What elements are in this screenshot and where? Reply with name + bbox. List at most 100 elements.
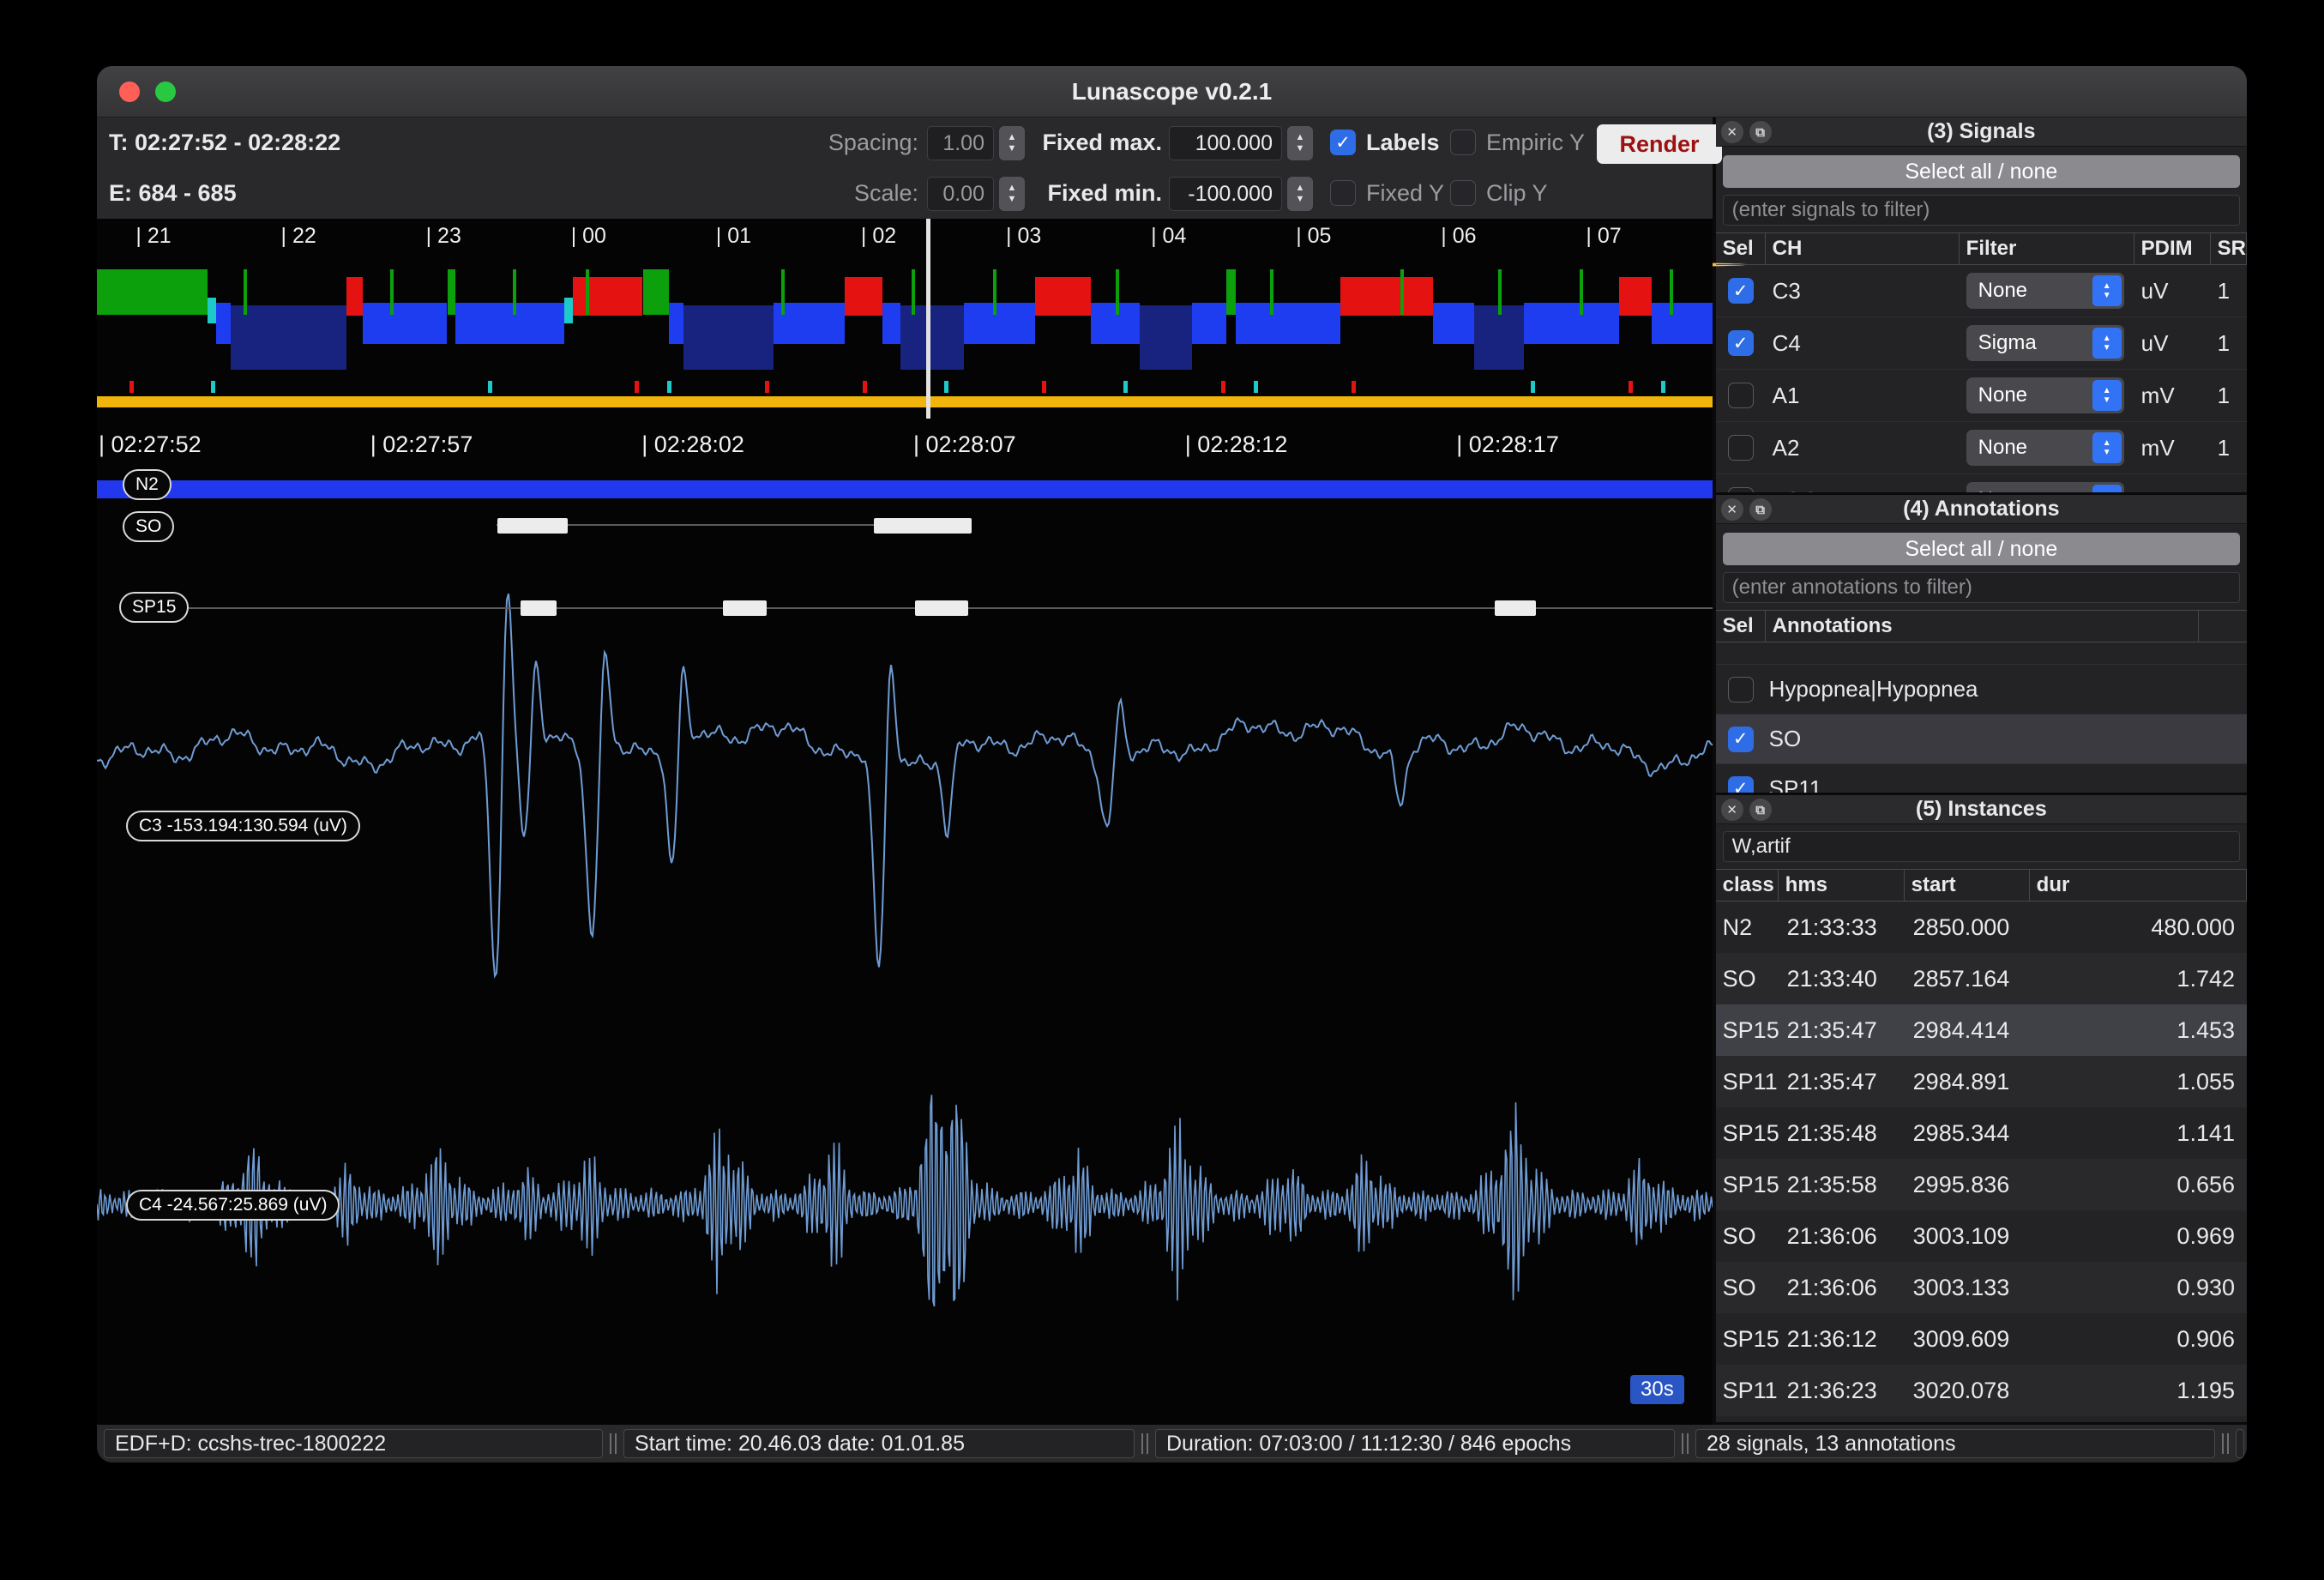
annotation-row[interactable]: ✓SO xyxy=(1716,715,2247,764)
annotations-panel-header: ✕ ⧉ (4) Annotations xyxy=(1716,495,2247,524)
fixed-y-checkbox[interactable] xyxy=(1330,180,1356,206)
annotation-checkbox[interactable] xyxy=(1728,677,1754,703)
check-icon: ✓ xyxy=(1733,335,1749,353)
instance-row[interactable]: SP1521:35:582995.8360.656 xyxy=(1716,1159,2247,1210)
epoch-cursor[interactable] xyxy=(926,219,930,419)
sp15-annotation-block[interactable] xyxy=(521,600,557,616)
check-icon: ✓ xyxy=(1733,730,1749,748)
status-divider xyxy=(1682,1433,1689,1454)
check-icon: ✓ xyxy=(1335,134,1351,152)
close-window-button[interactable] xyxy=(119,81,140,102)
filter-dropdown[interactable]: None▲▼ xyxy=(1966,377,2124,413)
so-track-label: SO xyxy=(123,511,174,542)
fixed-min-input[interactable] xyxy=(1169,177,1282,211)
annotation-row[interactable]: Hypopnea|Hypopnea xyxy=(1716,665,2247,715)
signals-filter-input[interactable] xyxy=(1723,195,2240,226)
scale-stepper[interactable]: ▲▼ xyxy=(999,177,1025,211)
filter-dropdown-value: Sigma xyxy=(1978,331,2037,355)
signal-sel-cell: ✓ xyxy=(1716,330,1766,356)
instances-filter-input[interactable] xyxy=(1723,831,2240,862)
annotation-row-clipped xyxy=(1716,642,2247,665)
hour-tick-label: | 05 xyxy=(1296,224,1331,249)
status-divider xyxy=(1141,1433,1148,1454)
zoom-window-button[interactable] xyxy=(155,81,176,102)
instance-row[interactable]: SO21:36:063003.1330.930 xyxy=(1716,1262,2247,1313)
annotation-checkbox[interactable]: ✓ xyxy=(1728,776,1754,793)
artifact-tick-red xyxy=(765,381,769,393)
so-annotation-block[interactable] xyxy=(497,518,568,534)
instance-row[interactable]: N221:33:332850.000480.000 xyxy=(1716,902,2247,953)
signal-pdim: mV xyxy=(2134,487,2211,493)
fixed-max-input[interactable] xyxy=(1169,126,1282,160)
render-button[interactable]: Render xyxy=(1597,124,1722,164)
filter-dropdown[interactable]: None▲▼ xyxy=(1966,430,2124,466)
signal-row[interactable]: A2None▲▼mV1 xyxy=(1716,422,2247,474)
spacing-stepper[interactable]: ▲▼ xyxy=(999,126,1025,160)
signal-filter-cell: None▲▼ xyxy=(1960,430,2134,466)
panel-close-icon[interactable]: ✕ xyxy=(1721,799,1743,821)
sp15-annotation-block[interactable] xyxy=(1495,600,1536,616)
hypnogram-mask-bar[interactable] xyxy=(97,396,1713,407)
signal-row[interactable]: ✓C4Sigma▲▼uV1 xyxy=(1716,317,2247,370)
hypnogram[interactable] xyxy=(97,269,1713,377)
clip-y-checkbox[interactable] xyxy=(1450,180,1476,206)
signal-checkbox[interactable]: ✓ xyxy=(1728,330,1754,356)
n2-annotation-bar[interactable] xyxy=(97,480,1713,498)
signal-filter-cell: None▲▼ xyxy=(1960,482,2134,492)
annotation-row[interactable]: ✓SP11 xyxy=(1716,764,2247,793)
empiric-y-checkbox[interactable] xyxy=(1450,130,1476,155)
instance-hms-cell: 21:36:23 xyxy=(1779,1378,1905,1404)
artifact-tick-red xyxy=(1629,381,1633,393)
instance-row[interactable]: SP1521:36:123009.6090.906 xyxy=(1716,1313,2247,1365)
panel-close-icon[interactable]: ✕ xyxy=(1721,498,1743,521)
signals-select-all-button[interactable]: Select all / none xyxy=(1723,155,2240,188)
signals-panel-title: (3) Signals xyxy=(1927,119,2035,144)
signal-checkbox[interactable] xyxy=(1728,487,1754,492)
filter-dropdown[interactable]: None▲▼ xyxy=(1966,482,2124,492)
arousal-tick xyxy=(1670,269,1673,315)
hour-tick-label: | 01 xyxy=(716,224,751,249)
signal-row[interactable]: LOCNone▲▼mV1 xyxy=(1716,474,2247,492)
sp15-annotation-block[interactable] xyxy=(723,600,767,616)
instance-row[interactable]: SP1121:36:233020.0781.195 xyxy=(1716,1365,2247,1416)
instance-row[interactable]: SP1121:35:472984.8911.055 xyxy=(1716,1056,2247,1107)
instance-row[interactable]: SO21:33:402857.1641.742 xyxy=(1716,953,2247,1004)
hour-tick-label: | 23 xyxy=(426,224,461,249)
panel-detach-icon[interactable]: ⧉ xyxy=(1749,799,1772,821)
fixed-max-stepper[interactable]: ▲▼ xyxy=(1287,126,1313,160)
signal-row[interactable]: ✓C3None▲▼uV1 xyxy=(1716,265,2247,317)
status-duration: Duration: 07:03:00 / 11:12:30 / 846 epoc… xyxy=(1155,1429,1675,1458)
signal-checkbox[interactable] xyxy=(1728,435,1754,461)
statusbar: EDF+D: ccshs-trec-1800222 Start time: 20… xyxy=(97,1425,2247,1462)
col-start: start xyxy=(1905,870,2030,901)
panel-detach-icon[interactable]: ⧉ xyxy=(1749,121,1772,143)
fixed-min-stepper[interactable]: ▲▼ xyxy=(1287,177,1313,211)
signal-row[interactable]: A1None▲▼mV1 xyxy=(1716,370,2247,422)
scale-label: Scale: xyxy=(809,168,918,219)
panel-detach-icon[interactable]: ⧉ xyxy=(1749,498,1772,521)
panel-close-icon[interactable]: ✕ xyxy=(1721,121,1743,143)
artifact-tick-red xyxy=(1352,381,1356,393)
instance-row[interactable]: SP1521:35:472984.4141.453 xyxy=(1716,1004,2247,1056)
instance-class-cell: SP11 xyxy=(1716,1069,1779,1095)
scale-input[interactable] xyxy=(927,177,994,211)
instance-row[interactable]: SP1521:35:482985.3441.141 xyxy=(1716,1107,2247,1159)
spacing-input[interactable] xyxy=(927,126,994,160)
signal-sr: 1 xyxy=(2211,330,2247,357)
signal-checkbox[interactable] xyxy=(1728,383,1754,408)
hypnogram-segment-R xyxy=(1619,277,1652,316)
so-annotation-block[interactable] xyxy=(874,518,972,534)
sp15-annotation-block[interactable] xyxy=(915,600,969,616)
c4-signal-label: C4 -24.567:25.869 (uV) xyxy=(126,1190,340,1221)
instance-row[interactable]: SO21:36:063003.1090.969 xyxy=(1716,1210,2247,1262)
annotations-select-all-button[interactable]: Select all / none xyxy=(1723,533,2240,565)
signal-viewer[interactable]: N2 SO SP15 C3 -153.194:130.594 (uV) C4 -… xyxy=(97,219,1713,1425)
filter-dropdown[interactable]: None▲▼ xyxy=(1966,273,2124,309)
annotation-checkbox[interactable]: ✓ xyxy=(1728,727,1754,752)
instance-dur-cell: 0.656 xyxy=(2030,1172,2247,1198)
labels-checkbox[interactable]: ✓ xyxy=(1330,130,1356,155)
signal-pdim: mV xyxy=(2134,383,2211,409)
signal-checkbox[interactable]: ✓ xyxy=(1728,278,1754,304)
filter-dropdown[interactable]: Sigma▲▼ xyxy=(1966,325,2124,361)
annotations-filter-input[interactable] xyxy=(1723,572,2240,603)
